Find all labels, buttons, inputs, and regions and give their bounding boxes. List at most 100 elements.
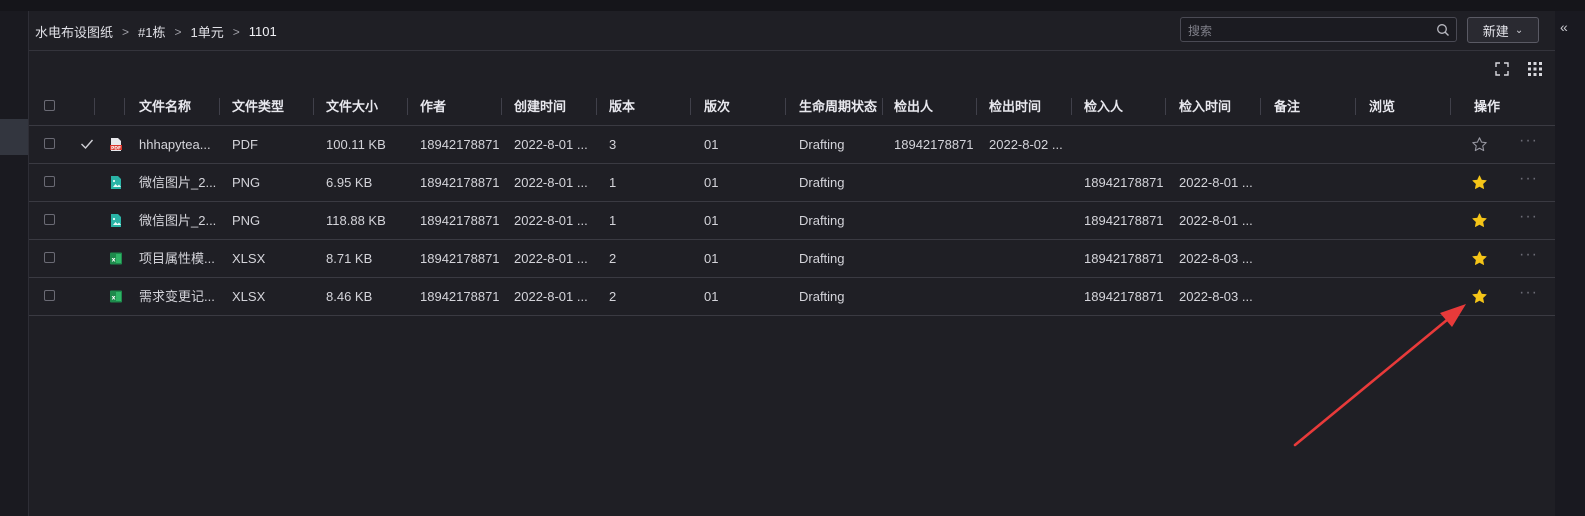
- column-divider: [1355, 98, 1356, 115]
- version: 1: [609, 213, 617, 228]
- search-icon[interactable]: [1436, 23, 1450, 37]
- file-size: 8.71 KB: [326, 251, 373, 266]
- column-divider: [882, 98, 883, 115]
- column-header-checkin-by[interactable]: 检入人: [1084, 88, 1123, 125]
- breadcrumb-item[interactable]: #1栋: [138, 22, 165, 41]
- version: 1: [609, 175, 617, 190]
- column-header-checkin-time[interactable]: 检入时间: [1179, 88, 1231, 125]
- more-options-icon[interactable]: ···: [1519, 278, 1538, 308]
- star-filled-icon[interactable]: [1471, 212, 1488, 229]
- file-name[interactable]: 微信图片_2...: [139, 202, 216, 239]
- created-time: 2022-8-01 ...: [514, 175, 588, 190]
- file-name[interactable]: 需求变更记...: [139, 278, 215, 315]
- table-row[interactable]: PDF hhhapytea... PDF 100.11 KB 189421788…: [29, 126, 1555, 164]
- file-type: PDF: [232, 137, 258, 152]
- revision: 01: [704, 289, 719, 304]
- column-header-name[interactable]: 文件名称: [139, 88, 191, 125]
- column-divider: [1071, 98, 1072, 115]
- row-checkbox[interactable]: [44, 176, 55, 187]
- new-button-label: 新建: [1482, 23, 1509, 39]
- column-header-actions: 操作: [1474, 99, 1501, 114]
- table-row[interactable]: x 需求变更记... XLSX 8.46 KB 18942178871 2022…: [29, 278, 1555, 316]
- search-box: [1180, 17, 1457, 42]
- breadcrumb-item[interactable]: 1单元: [191, 22, 224, 41]
- more-options-icon[interactable]: ···: [1519, 202, 1538, 232]
- column-header-created[interactable]: 创建时间: [514, 88, 566, 125]
- file-name[interactable]: 项目属性模...: [139, 240, 215, 277]
- chevron-right-icon: >: [174, 24, 182, 39]
- column-divider: [1165, 98, 1166, 115]
- image-file-icon: [111, 214, 121, 227]
- more-options-icon[interactable]: ···: [1519, 240, 1538, 270]
- star-outline-icon[interactable]: [1471, 136, 1488, 153]
- file-author: 18942178871: [420, 213, 500, 228]
- revision: 01: [704, 175, 719, 190]
- row-checkbox[interactable]: [44, 214, 55, 225]
- column-divider: [407, 98, 408, 115]
- grid-view-icon[interactable]: [1527, 61, 1543, 77]
- column-divider: [219, 98, 220, 115]
- file-type: XLSX: [232, 251, 266, 266]
- version: 2: [609, 289, 617, 304]
- file-author: 18942178871: [420, 289, 500, 304]
- column-header-type[interactable]: 文件类型: [232, 88, 284, 125]
- file-type: XLSX: [232, 289, 266, 304]
- column-header-revision[interactable]: 版次: [704, 88, 730, 125]
- search-input[interactable]: [1186, 21, 1430, 40]
- pdf-file-icon: PDF: [110, 138, 122, 151]
- image-file-icon: [111, 176, 121, 189]
- column-header-checkout-by[interactable]: 检出人: [894, 88, 933, 125]
- breadcrumb-item[interactable]: 水电布设图纸: [35, 22, 113, 41]
- checkin-time: 2022-8-01 ...: [1179, 175, 1253, 190]
- table-row[interactable]: x 项目属性模... XLSX 8.71 KB 18942178871 2022…: [29, 240, 1555, 278]
- created-time: 2022-8-01 ...: [514, 213, 588, 228]
- right-rail: «: [1554, 11, 1585, 516]
- file-size: 8.46 KB: [326, 289, 373, 304]
- file-author: 18942178871: [420, 137, 500, 152]
- row-checkbox[interactable]: [44, 290, 55, 301]
- breadcrumb: 水电布设图纸 > #1栋 > 1单元 > 1101: [35, 22, 277, 41]
- file-table: 文件名称 文件类型 文件大小 作者 创建时间 版本 版次 生命周期状态 检出人 …: [29, 88, 1555, 316]
- star-filled-icon[interactable]: [1471, 174, 1488, 191]
- select-all-checkbox[interactable]: [44, 100, 55, 111]
- column-header-checkout-time[interactable]: 检出时间: [989, 88, 1041, 125]
- column-header-author[interactable]: 作者: [420, 88, 446, 125]
- table-row[interactable]: 微信图片_2... PNG 118.88 KB 18942178871 2022…: [29, 202, 1555, 240]
- svg-text:PDF: PDF: [111, 145, 121, 151]
- checkin-by: 18942178871: [1084, 175, 1164, 190]
- column-header-browse[interactable]: 浏览: [1369, 88, 1395, 125]
- file-size: 100.11 KB: [326, 137, 386, 152]
- file-type: PNG: [232, 213, 261, 228]
- column-divider: [976, 98, 977, 115]
- table-row[interactable]: 微信图片_2... PNG 6.95 KB 18942178871 2022-8…: [29, 164, 1555, 202]
- column-header-lifecycle[interactable]: 生命周期状态: [799, 88, 883, 125]
- file-name[interactable]: 微信图片_2...: [139, 164, 216, 201]
- left-rail: [0, 11, 29, 516]
- fullscreen-icon[interactable]: [1494, 61, 1510, 77]
- row-checkbox[interactable]: [44, 138, 55, 149]
- more-options-icon[interactable]: ···: [1519, 164, 1538, 194]
- row-checkbox[interactable]: [44, 252, 55, 263]
- new-button[interactable]: 新建 ⌄: [1467, 17, 1539, 43]
- checkin-by: 18942178871: [1084, 251, 1164, 266]
- left-rail-active-item[interactable]: [0, 119, 28, 155]
- more-options-icon[interactable]: ···: [1519, 126, 1538, 156]
- chevron-down-icon: ⌄: [1514, 24, 1524, 36]
- column-header-size[interactable]: 文件大小: [326, 88, 378, 125]
- column-header-remark[interactable]: 备注: [1274, 88, 1300, 125]
- star-filled-icon[interactable]: [1471, 250, 1488, 267]
- revision: 01: [704, 213, 719, 228]
- version: 2: [609, 251, 617, 266]
- excel-file-icon: x: [110, 252, 122, 265]
- column-divider: [124, 98, 125, 115]
- excel-file-icon: x: [110, 290, 122, 303]
- collapse-panel-icon[interactable]: «: [1560, 19, 1568, 35]
- checkin-time: 2022-8-01 ...: [1179, 213, 1253, 228]
- file-name[interactable]: hhhapytea...: [139, 126, 211, 163]
- checkout-time: 2022-8-02 ...: [989, 137, 1063, 152]
- lifecycle-status: Drafting: [799, 213, 845, 228]
- star-filled-icon[interactable]: [1471, 288, 1488, 305]
- column-divider: [313, 98, 314, 115]
- column-header-version[interactable]: 版本: [609, 88, 635, 125]
- lifecycle-status: Drafting: [799, 251, 845, 266]
